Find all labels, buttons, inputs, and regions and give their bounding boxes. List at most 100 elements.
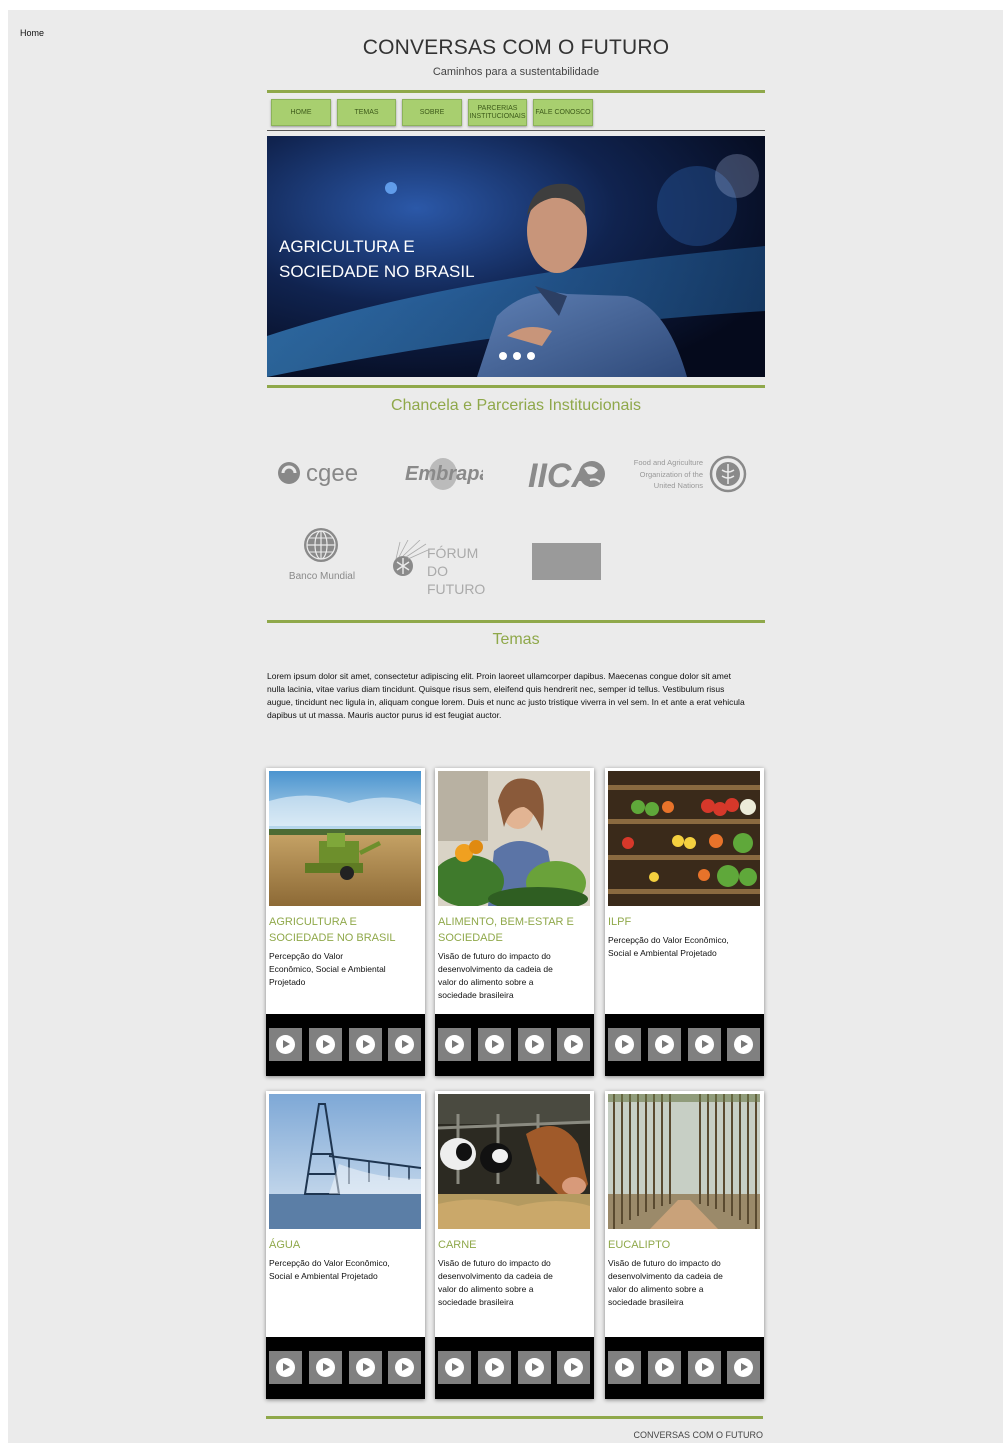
play-button[interactable] bbox=[518, 1028, 551, 1061]
play-icon bbox=[276, 1035, 295, 1054]
card-title: ÁGUA bbox=[269, 1237, 409, 1253]
play-button[interactable] bbox=[648, 1351, 681, 1384]
play-icon bbox=[356, 1358, 375, 1377]
nav-sobre-button[interactable]: SOBRE bbox=[402, 99, 462, 126]
play-icon bbox=[655, 1035, 674, 1054]
card-image-market-woman bbox=[438, 771, 590, 906]
play-button[interactable] bbox=[688, 1028, 721, 1061]
banco-mundial-wordmark: Banco Mundial bbox=[288, 571, 356, 582]
play-button[interactable] bbox=[608, 1351, 641, 1384]
hero-caption-line2: SOCIEDADE NO BRASIL bbox=[279, 262, 475, 281]
forum-wordmark-line2: FUTURO bbox=[427, 581, 486, 597]
play-icon bbox=[564, 1358, 583, 1377]
play-button[interactable] bbox=[478, 1028, 511, 1061]
cgee-mark-icon: cgee bbox=[278, 460, 358, 487]
temas-section-title: Temas bbox=[492, 631, 540, 648]
card-media-bar bbox=[435, 1014, 594, 1076]
card-title-line1: ÁGUA bbox=[269, 1239, 301, 1251]
temas-description: Lorem ipsum dolor sit amet, consectetur … bbox=[267, 671, 745, 720]
iica-logo[interactable]: IICA bbox=[528, 452, 608, 495]
play-icon bbox=[395, 1035, 414, 1054]
play-button[interactable] bbox=[478, 1351, 511, 1384]
card-description: Percepção do Valor Econômico, Social e A… bbox=[608, 935, 729, 958]
nav-divider bbox=[267, 130, 765, 131]
play-button[interactable] bbox=[309, 1028, 342, 1061]
nav-fale-conosco-button[interactable]: FALE CONOSCO bbox=[533, 99, 593, 126]
card-title: ALIMENTO, BEM-ESTAR E SOCIEDADE bbox=[438, 914, 578, 946]
tema-card[interactable]: ILPF Percepção do Valor Econômico, Socia… bbox=[605, 768, 764, 1076]
card-title-line2: SOCIEDADE bbox=[438, 932, 503, 944]
play-icon bbox=[655, 1358, 674, 1377]
fao-emblem-icon bbox=[709, 455, 747, 493]
play-button[interactable] bbox=[648, 1028, 681, 1061]
tema-card[interactable]: ALIMENTO, BEM-ESTAR E SOCIEDADE Visão de… bbox=[435, 768, 594, 1076]
play-button[interactable] bbox=[309, 1351, 342, 1384]
card-description: Visão de futuro do impacto do desenvolvi… bbox=[438, 951, 553, 1000]
hero-dot-1[interactable] bbox=[499, 352, 507, 360]
cgee-wordmark: cgee bbox=[306, 460, 358, 487]
play-icon bbox=[734, 1035, 753, 1054]
card-description: Percepção do Valor Econômico, Social e A… bbox=[269, 1258, 390, 1281]
card-title: AGRICULTURA E SOCIEDADE NO BRASIL bbox=[269, 914, 409, 946]
nav-home-button[interactable]: HOME bbox=[271, 99, 331, 126]
hero-pagination bbox=[499, 352, 535, 360]
hero-dot-3[interactable] bbox=[527, 352, 535, 360]
play-icon bbox=[276, 1358, 295, 1377]
card-media-bar bbox=[266, 1014, 425, 1076]
play-icon bbox=[395, 1358, 414, 1377]
play-button[interactable] bbox=[557, 1028, 590, 1061]
play-button[interactable] bbox=[269, 1351, 302, 1384]
card-image-eucalyptus bbox=[608, 1094, 760, 1229]
hero-caption-line1: AGRICULTURA E bbox=[279, 237, 415, 256]
embrapa-logo[interactable]: Embrapa bbox=[403, 452, 491, 492]
play-button[interactable] bbox=[727, 1028, 760, 1061]
site-subtitle: Caminhos para a sustentabilidade bbox=[432, 66, 600, 78]
play-button[interactable] bbox=[688, 1351, 721, 1384]
tema-card[interactable]: ÁGUA Percepção do Valor Econômico, Socia… bbox=[266, 1091, 425, 1399]
play-icon bbox=[734, 1358, 753, 1377]
card-title-line2: SOCIEDADE NO BRASIL bbox=[269, 932, 396, 944]
play-button[interactable] bbox=[388, 1028, 421, 1061]
play-icon bbox=[525, 1035, 544, 1054]
forum-wordmark-line1: FÓRUM DO bbox=[427, 545, 479, 579]
partner-logo-placeholder bbox=[532, 543, 601, 580]
play-icon bbox=[615, 1035, 634, 1054]
nav-parcerias-button[interactable]: PARCERIAS INSTITUCIONAIS bbox=[468, 99, 527, 126]
play-button[interactable] bbox=[557, 1351, 590, 1384]
play-button[interactable] bbox=[349, 1351, 382, 1384]
play-icon bbox=[525, 1358, 544, 1377]
play-button[interactable] bbox=[727, 1351, 760, 1384]
play-button[interactable] bbox=[438, 1028, 471, 1061]
play-button[interactable] bbox=[518, 1351, 551, 1384]
play-button[interactable] bbox=[438, 1351, 471, 1384]
play-button[interactable] bbox=[608, 1028, 641, 1061]
play-button[interactable] bbox=[349, 1028, 382, 1061]
tema-card[interactable]: AGRICULTURA E SOCIEDADE NO BRASIL Percep… bbox=[266, 768, 425, 1076]
hero-divider bbox=[267, 385, 765, 388]
play-button[interactable] bbox=[269, 1028, 302, 1061]
play-icon bbox=[695, 1358, 714, 1377]
partners-section-title: Chancela e Parcerias Institucionais bbox=[391, 397, 641, 414]
cgee-logo[interactable]: cgee bbox=[276, 452, 361, 492]
hero-slider[interactable]: AGRICULTURA E SOCIEDADE NO BRASIL bbox=[267, 136, 765, 377]
card-media-bar bbox=[435, 1337, 594, 1399]
hero-dot-2[interactable] bbox=[513, 352, 521, 360]
play-button[interactable] bbox=[388, 1351, 421, 1384]
card-image-harvester bbox=[269, 771, 421, 906]
card-title-line1: AGRICULTURA E bbox=[269, 916, 357, 928]
world-bank-globe-icon bbox=[304, 528, 338, 562]
home-breadcrumb-link[interactable]: Home bbox=[20, 28, 44, 38]
card-image-produce-shelves bbox=[608, 771, 760, 906]
tema-card[interactable]: EUCALIPTO Visão de futuro do impacto do … bbox=[605, 1091, 764, 1399]
iica-globe-icon: IICA bbox=[528, 457, 605, 495]
fao-logo[interactable]: Food and Agriculture Organization of the… bbox=[630, 448, 748, 500]
play-icon bbox=[564, 1035, 583, 1054]
tema-card[interactable]: CARNE Visão de futuro do impacto do dese… bbox=[435, 1091, 594, 1399]
site-title: CONVERSAS COM O FUTURO bbox=[362, 36, 670, 59]
footer-divider bbox=[266, 1416, 763, 1419]
play-icon bbox=[445, 1358, 464, 1377]
nav-temas-button[interactable]: TEMAS bbox=[337, 99, 396, 126]
footer-site-name: CONVERSAS COM O FUTURO bbox=[633, 1430, 763, 1440]
banco-mundial-logo[interactable]: Banco Mundial bbox=[284, 522, 360, 588]
forum-do-futuro-logo[interactable]: FÓRUM DO FUTURO bbox=[392, 538, 502, 597]
